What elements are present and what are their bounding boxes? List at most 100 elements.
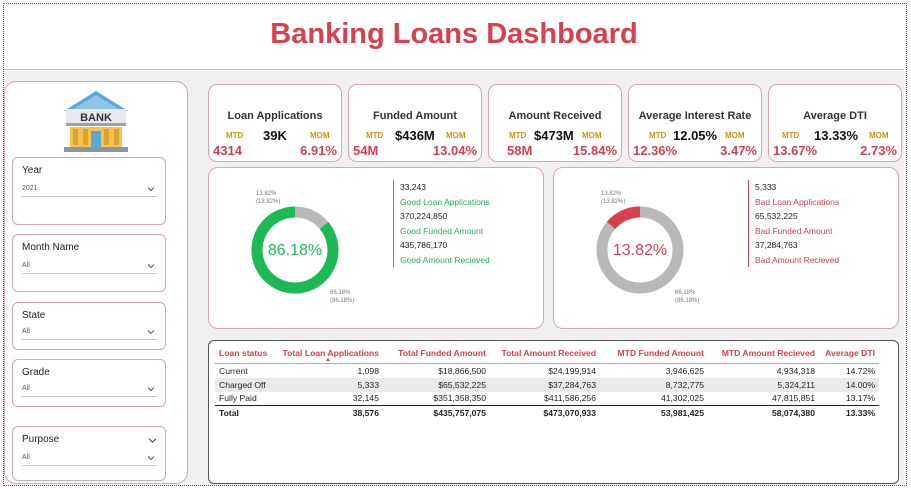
bad-funded-value: 65,532,225 [755,211,798,221]
kpi-title: Average DTI [803,110,867,122]
chevron-down-icon[interactable] [148,436,157,445]
table-row[interactable]: Fully Paid 32,145 $351,358,350 $411,586,… [215,392,879,406]
kpi-title: Loan Applications [227,110,323,122]
column-header-mtd-amount-received[interactable]: MTD Amount Recieved [708,346,819,364]
kpi-mom-label: MOM [582,131,602,140]
kpi-mtd-value: 12.36% [633,143,678,158]
column-header-total-amount-received[interactable]: Total Amount Received [490,346,600,364]
table-header-row: Loan status Total Loan Applications ▲ Tot… [215,346,879,364]
kpi-mom-value: 2.73% [860,143,897,158]
kpi-mom-label: MOM [446,131,466,140]
kpi-mom-label: MOM [725,131,745,140]
kpi-average-dti: Average DTI MTD 13.33% MOM 13.67% 2.73% [768,84,902,162]
cell-average-dti: 14.72% [845,365,875,376]
kpi-amount-received: Amount Received MTD $473M MOM 58M 15.84% [488,84,622,162]
grade-dropdown-value: All [22,385,30,392]
chevron-down-icon [147,264,155,269]
table-total-row: Total 38,576 $435,757,075 $473,070,933 5… [215,405,879,420]
cell-mtd-amount-received: 4,934,318 [776,365,815,376]
kpi-main-value: $436M [395,128,435,143]
kpi-mom-value: 6.91% [300,143,337,158]
kpi-mtd-value: 58M [507,143,533,158]
cell-total-funded-amount: $435,757,075 [383,405,490,420]
state-slicer: State All [12,302,166,350]
good-loan-legend: 33,243 Good Loan Applications 370,224,85… [393,180,490,267]
purpose-dropdown[interactable]: All [22,451,157,466]
kpi-mtd-value: 54M [353,143,379,158]
chevron-down-icon [147,387,155,392]
bad-funded-label: Bad Funded Amount [755,225,833,236]
bad-received-value: 37,284,763 [755,240,798,250]
kpi-loan-applications: Loan Applications MTD 39K MOM 4314 6.91% [208,84,342,162]
year-slicer: Year 2021 [12,157,166,225]
cell-mtd-funded-amount: 8,732,775 [600,377,708,392]
good-applications-value: 33,243 [400,182,426,192]
month-dropdown[interactable]: All [22,259,157,274]
kpi-mtd-label: MTD [366,131,384,140]
kpi-mom-value: 15.84% [572,143,617,158]
year-dropdown[interactable]: 2021 [22,182,157,197]
cell-total-amount-received: $473,070,933 [490,405,600,420]
good-slice-bottom-label: 86.18% (86.18%) [330,290,355,304]
column-header-average-dti[interactable]: Average DTI [819,346,879,364]
bad-slice-top-label: 13.82% (13.82%) [601,191,626,205]
bank-logo-text: BANK [80,112,112,124]
grade-slicer: Grade All [12,359,166,407]
bad-received-label: Bad Amount Recieved [755,254,840,265]
table-row[interactable]: Charged Off 5,333 $65,532,225 $37,284,76… [215,377,879,392]
kpi-main-value: $473M [534,128,574,143]
state-slicer-label: State [22,310,46,321]
column-header-loan-status[interactable]: Loan status [215,346,273,364]
cell-mtd-amount-received: 47,815,851 [771,393,815,404]
kpi-title: Amount Received [508,110,602,122]
kpi-main-value: 39K [263,128,287,143]
cell-mtd-amount-received: 5,324,211 [708,377,819,392]
cell-mtd-amount-received: 58,074,380 [708,405,819,420]
column-header-total-loan-applications[interactable]: Total Loan Applications ▲ [273,346,383,364]
table-row[interactable]: Current 1,098 $18,866,500 $24,199,914 3,… [215,364,879,378]
kpi-mom-value: 3.47% [720,143,757,158]
good-funded-value: 370,224,850 [400,211,448,221]
good-funded-label: Good Funded Amount [400,225,484,236]
kpi-mtd-value: 13.67% [773,143,818,158]
kpi-mtd-label: MTD [649,131,667,140]
cell-average-dti: 13.33% [819,405,879,420]
purpose-slicer-label: Purpose [22,434,60,445]
good-received-label: Good Amount Recieved [400,254,490,265]
kpi-main-value: 13.33% [814,128,859,143]
good-applications-label: Good Loan Applications [400,196,490,207]
bad-slice-bottom-label: 86.18% (86.18%) [675,290,700,304]
cell-total-loan-applications: 38,576 [273,405,383,420]
cell-average-dti: 14.00% [819,377,879,392]
column-header-total-funded-amount[interactable]: Total Funded Amount [383,346,490,364]
page-title: Banking Loans Dashboard [270,18,638,50]
cell-total-loan-applications: 5,333 [273,377,383,392]
cell-total-amount-received: $411,586,256 [544,393,596,404]
good-received-value: 435,786,170 [400,240,448,250]
kpi-mtd-value: 4314 [213,143,242,158]
cell-loan-status: Charged Off [215,377,273,392]
kpi-title: Funded Amount [373,110,457,122]
bad-loan-center-label: 13.82% [613,242,667,259]
cell-mtd-funded-amount: 53,981,425 [600,405,708,420]
state-dropdown-value: All [22,328,30,335]
kpi-mom-value: 13.04% [432,143,477,158]
chevron-down-icon [147,330,155,335]
bank-logo-icon: BANK [64,91,128,152]
cell-total-label: Total [215,405,273,420]
cell-loan-status: Fully Paid [219,393,257,404]
kpi-mom-label: MOM [310,131,330,140]
cell-total-amount-received: $37,284,763 [490,377,600,392]
grade-slicer-label: Grade [22,367,50,378]
kpi-main-value: 12.05% [673,128,718,143]
bad-loan-slice [606,206,641,230]
column-header-mtd-funded-amount[interactable]: MTD Funded Amount [600,346,708,364]
good-loan-panel: 86.18% 13.82% (13.82%) 86.18% (86.18%) 33,… [208,167,544,329]
month-slicer-label: Month Name [22,242,80,253]
kpi-funded-amount: Funded Amount MTD $436M MOM 54M 13.04% [348,84,482,162]
purpose-slicer: Purpose All [12,426,166,481]
kpi-mtd-label: MTD [226,131,244,140]
grade-dropdown[interactable]: All [22,382,157,397]
cell-average-dti: 13.17% [845,393,875,404]
state-dropdown[interactable]: All [22,325,157,340]
